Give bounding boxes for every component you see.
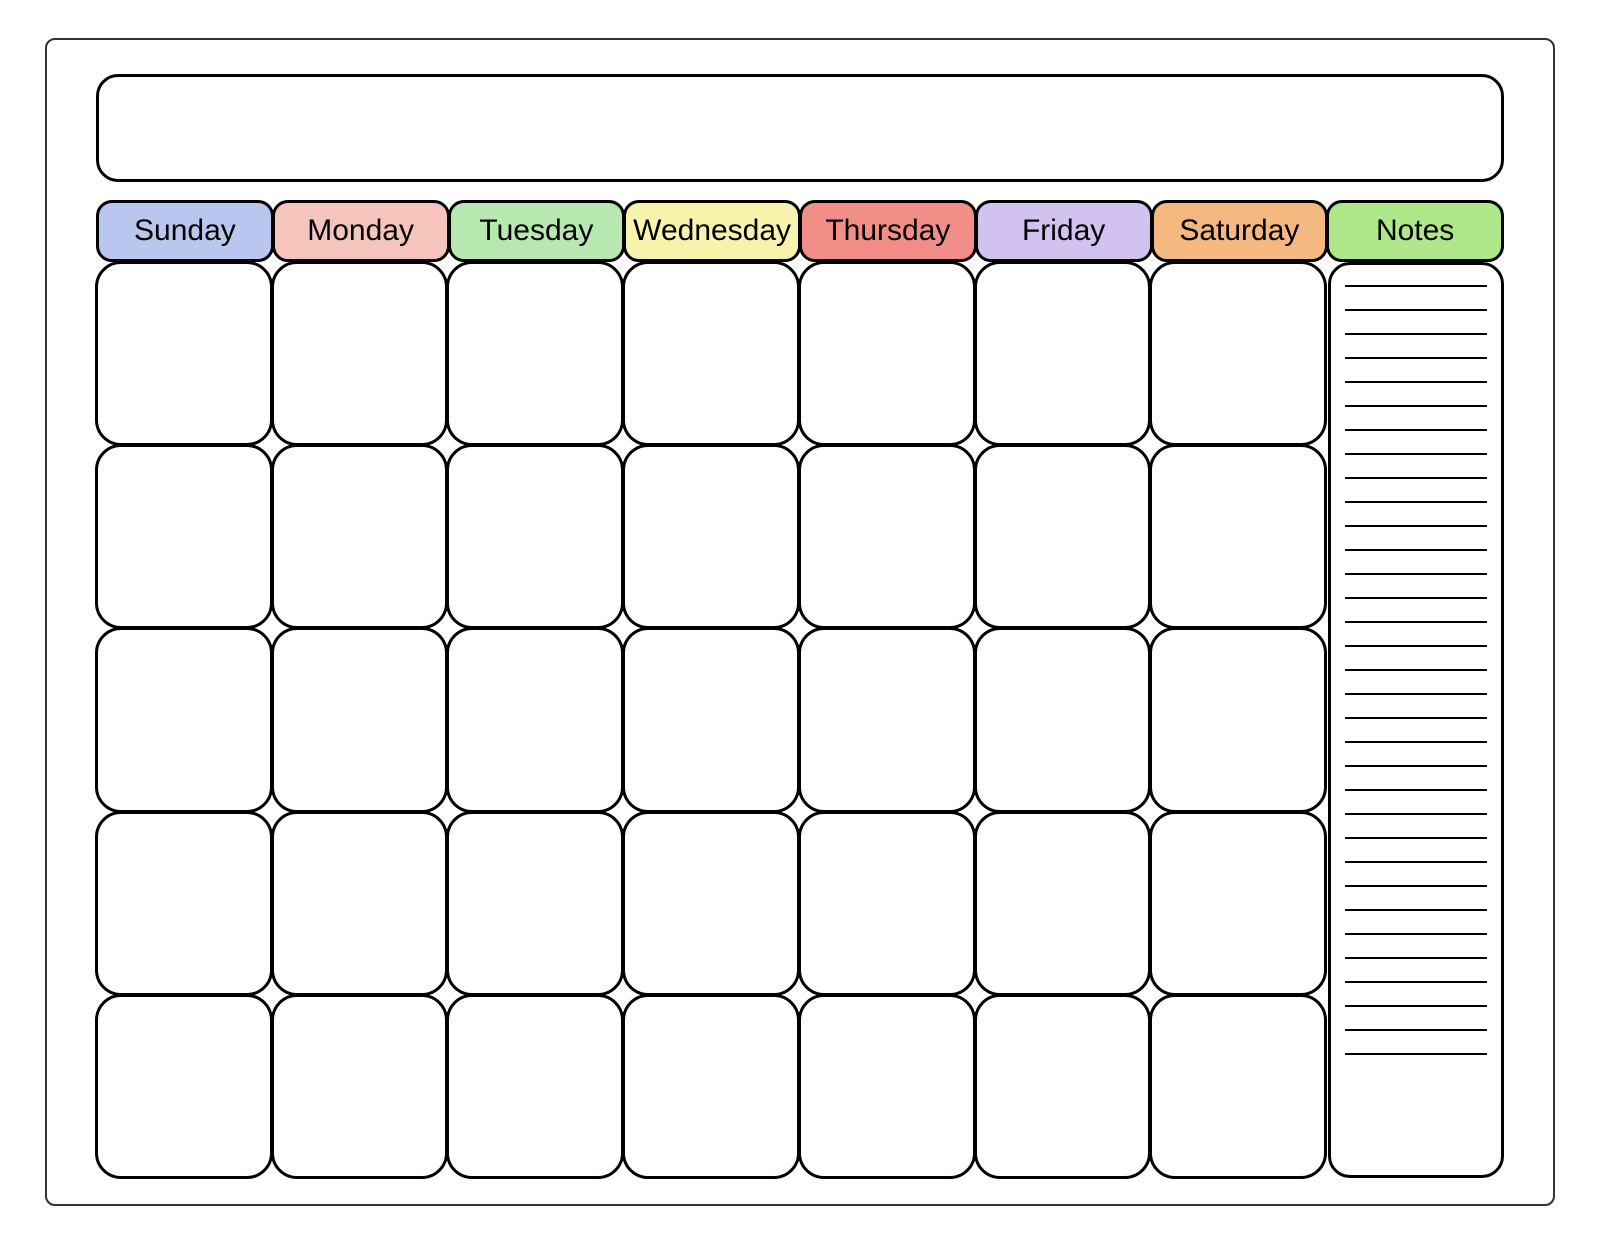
note-line — [1345, 597, 1487, 599]
day-cell[interactable] — [974, 261, 1152, 446]
weekday-label: Wednesday — [633, 214, 791, 248]
day-cell[interactable] — [974, 444, 1152, 629]
calendar-grid-area — [96, 262, 1326, 1178]
day-cell[interactable] — [1149, 811, 1327, 996]
day-cell[interactable] — [95, 627, 273, 812]
note-line — [1345, 1029, 1487, 1031]
day-cell[interactable] — [95, 811, 273, 996]
day-cell[interactable] — [798, 627, 976, 812]
day-cell[interactable] — [1149, 444, 1327, 629]
day-cell[interactable] — [622, 811, 800, 996]
notes-header: Notes — [1326, 200, 1504, 262]
day-cell[interactable] — [1149, 261, 1327, 446]
note-line — [1345, 333, 1487, 335]
note-line — [1345, 381, 1487, 383]
notes-header-label: Notes — [1376, 214, 1454, 248]
day-cell[interactable] — [798, 811, 976, 996]
day-cell[interactable] — [446, 994, 624, 1179]
day-cell[interactable] — [271, 811, 449, 996]
weekday-header-thursday: Thursday — [799, 200, 977, 262]
day-cell[interactable] — [446, 627, 624, 812]
note-line — [1345, 741, 1487, 743]
day-cell[interactable] — [974, 994, 1152, 1179]
weekday-header-sunday: Sunday — [96, 200, 274, 262]
day-cell[interactable] — [271, 994, 449, 1179]
note-line — [1345, 309, 1487, 311]
day-cell[interactable] — [1149, 994, 1327, 1179]
weekday-label: Tuesday — [479, 214, 593, 248]
title-bar[interactable] — [96, 74, 1504, 182]
weekday-header-tuesday: Tuesday — [448, 200, 626, 262]
notes-panel[interactable] — [1328, 262, 1504, 1178]
day-cell[interactable] — [95, 994, 273, 1179]
note-line — [1345, 957, 1487, 959]
day-cell[interactable] — [622, 994, 800, 1179]
day-cell[interactable] — [446, 444, 624, 629]
weekday-header-friday: Friday — [975, 200, 1153, 262]
note-line — [1345, 669, 1487, 671]
weekday-label: Saturday — [1179, 214, 1299, 248]
note-line — [1345, 357, 1487, 359]
day-cell[interactable] — [446, 811, 624, 996]
note-line — [1345, 453, 1487, 455]
note-line — [1345, 285, 1487, 287]
note-line — [1345, 693, 1487, 695]
day-cell[interactable] — [798, 444, 976, 629]
note-line — [1345, 525, 1487, 527]
calendar-page: Sunday Monday Tuesday Wednesday Thursday… — [0, 0, 1600, 1236]
day-cell[interactable] — [798, 261, 976, 446]
weekday-header-monday: Monday — [272, 200, 450, 262]
weekday-label: Monday — [307, 214, 414, 248]
note-line — [1345, 765, 1487, 767]
note-line — [1345, 717, 1487, 719]
day-cell[interactable] — [446, 261, 624, 446]
note-line — [1345, 861, 1487, 863]
day-cell[interactable] — [271, 627, 449, 812]
weekday-header-saturday: Saturday — [1151, 200, 1329, 262]
note-line — [1345, 813, 1487, 815]
day-cell[interactable] — [95, 444, 273, 629]
day-cell[interactable] — [95, 261, 273, 446]
note-line — [1345, 621, 1487, 623]
note-line — [1345, 549, 1487, 551]
day-cell[interactable] — [622, 627, 800, 812]
day-cell[interactable] — [798, 994, 976, 1179]
note-line — [1345, 933, 1487, 935]
note-line — [1345, 573, 1487, 575]
day-cell[interactable] — [1149, 627, 1327, 812]
note-line — [1345, 477, 1487, 479]
note-line — [1345, 645, 1487, 647]
day-cell[interactable] — [974, 811, 1152, 996]
note-line — [1345, 885, 1487, 887]
note-line — [1345, 1053, 1487, 1055]
note-line — [1345, 909, 1487, 911]
note-line — [1345, 837, 1487, 839]
calendar-grid — [96, 262, 1326, 1178]
note-line — [1345, 981, 1487, 983]
weekday-header-wednesday: Wednesday — [623, 200, 801, 262]
day-cell[interactable] — [622, 444, 800, 629]
note-line — [1345, 789, 1487, 791]
weekday-header-row: Sunday Monday Tuesday Wednesday Thursday… — [96, 200, 1504, 262]
weekday-label: Sunday — [134, 214, 236, 248]
day-cell[interactable] — [622, 261, 800, 446]
note-line — [1345, 1005, 1487, 1007]
weekday-label: Friday — [1022, 214, 1105, 248]
note-line — [1345, 501, 1487, 503]
day-cell[interactable] — [271, 444, 449, 629]
weekday-label: Thursday — [825, 214, 950, 248]
day-cell[interactable] — [271, 261, 449, 446]
note-line — [1345, 405, 1487, 407]
day-cell[interactable] — [974, 627, 1152, 812]
note-line — [1345, 429, 1487, 431]
